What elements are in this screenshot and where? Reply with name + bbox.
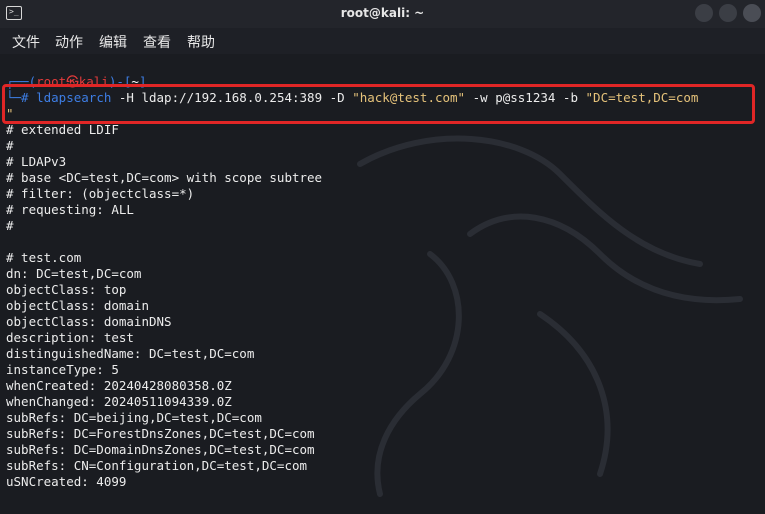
output-line: subRefs: DC=beijing,DC=test,DC=com [6,410,262,425]
output-line: dn: DC=test,DC=com [6,266,142,281]
output-line: # filter: (objectclass=*) [6,186,195,201]
output-line: subRefs: DC=DomainDnsZones,DC=test,DC=co… [6,442,315,457]
title-bar: >_ root@kali: ~ [0,0,765,28]
menu-file[interactable]: 文件 [12,32,40,52]
output-line: objectClass: domain [6,298,149,313]
output-line: # [6,218,14,233]
terminal-window: >_ root@kali: ~ 文件 动作 编辑 查看 帮助 ┌──(root㉿… [0,0,765,514]
output-line: objectClass: top [6,282,127,297]
terminal-output[interactable]: ┌──(root㉿kali)-[~] └─# ldapsearch -H lda… [0,54,765,514]
minimize-icon[interactable] [695,4,713,22]
output-line: distinguishedName: DC=test,DC=com [6,346,255,361]
menu-view[interactable]: 查看 [143,32,171,52]
output-line: uSNCreated: 4099 [6,474,127,489]
menu-edit[interactable]: 编辑 [99,32,127,52]
output-line: # LDAPv3 [6,154,67,169]
menu-bar: 文件 动作 编辑 查看 帮助 [0,28,765,54]
output-line: # requesting: ALL [6,202,134,217]
menu-action[interactable]: 动作 [55,32,83,52]
output-line: objectClass: domainDNS [6,314,172,329]
output-line: # extended LDIF [6,122,119,137]
output-line: description: test [6,330,134,345]
output-line: whenChanged: 20240511094339.0Z [6,394,232,409]
maximize-icon[interactable] [719,4,737,22]
output-line: # base <DC=test,DC=com> with scope subtr… [6,170,323,185]
close-icon[interactable] [743,4,761,22]
output-line: instanceType: 5 [6,362,119,377]
output-line: # [6,138,14,153]
menu-help[interactable]: 帮助 [187,32,215,52]
output-line: # test.com [6,250,82,265]
output-line: whenCreated: 20240428080358.0Z [6,378,232,393]
command-highlight-box [2,84,755,124]
window-title: root@kali: ~ [340,6,425,20]
output-line: subRefs: CN=Configuration,DC=test,DC=com [6,458,308,473]
output-line: subRefs: DC=ForestDnsZones,DC=test,DC=co… [6,426,315,441]
